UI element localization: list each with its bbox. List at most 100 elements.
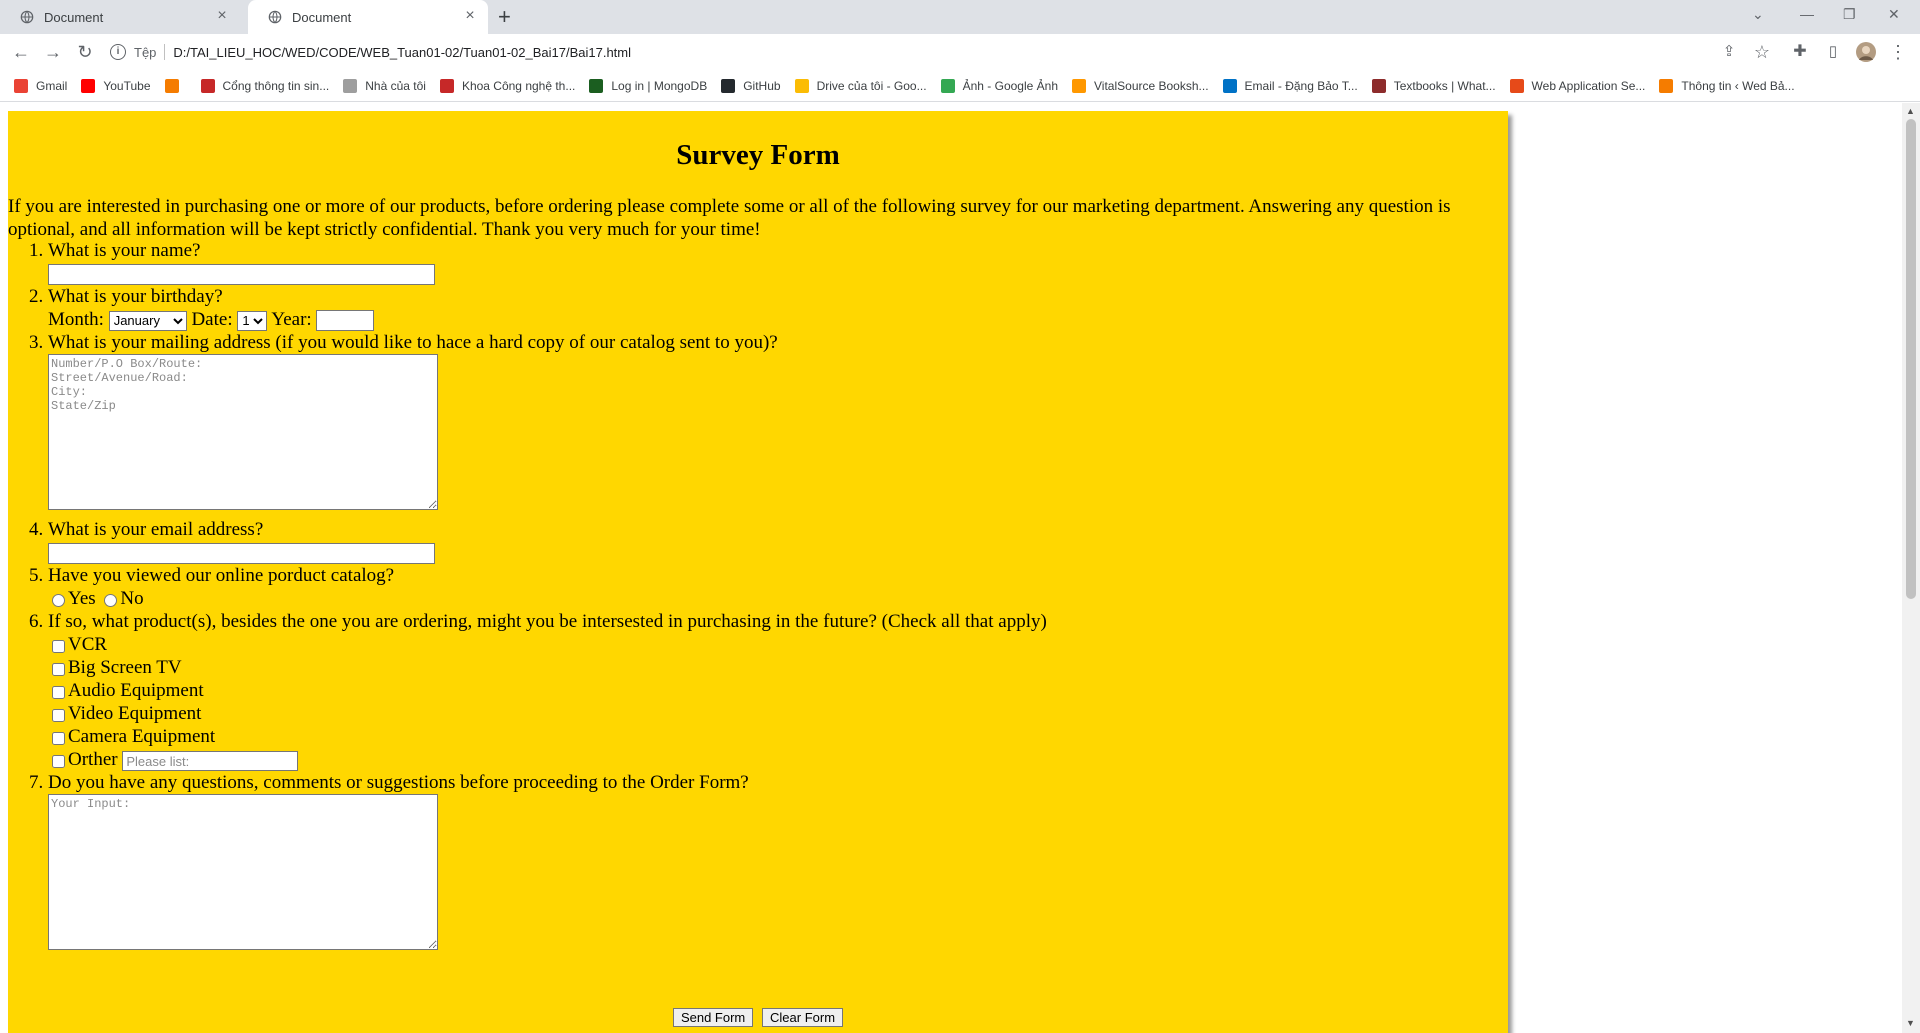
tab-title: Document [44, 9, 104, 25]
bookmark-item[interactable]: Log in | MongoDB [589, 78, 707, 93]
question-catalog: Have you viewed our online porduct catal… [48, 564, 1488, 610]
bookmark-item[interactable]: Cổng thông tin sin... [200, 78, 329, 93]
bookmark-item[interactable] [164, 78, 187, 93]
avatar[interactable] [1856, 42, 1876, 62]
question-label: What is your mailing address (if you wou… [48, 332, 778, 354]
other-products-input[interactable] [122, 751, 299, 772]
bookmark-item[interactable]: Textbooks | What... [1371, 78, 1496, 93]
product-label: Audio Equipment [68, 680, 204, 702]
menu-icon[interactable]: ⋮ [1888, 42, 1908, 62]
bookmark-label: Drive của tôi - Goo... [816, 78, 927, 93]
bookmark-item[interactable]: Ảnh - Google Ảnh [940, 78, 1059, 93]
divider [164, 44, 166, 60]
address-textarea[interactable] [48, 354, 438, 511]
bookmarks-bar: Gmail YouTube Cổng thông tin sin... Nhà của… [0, 70, 1920, 102]
product-checkbox[interactable] [52, 731, 65, 745]
product-label: Video Equipment [68, 703, 202, 725]
bookmark-item[interactable]: Web Application Se... [1509, 78, 1645, 93]
bookmark-item[interactable]: Drive của tôi - Goo... [794, 78, 927, 93]
product-checkbox[interactable] [52, 754, 65, 768]
close-tab-icon[interactable]: × [214, 8, 230, 25]
bookmark-label: Khoa Công nghệ th... [461, 78, 576, 93]
bookmark-label: Ảnh - Google Ảnh [962, 78, 1059, 93]
form-buttons: Send Form Clear Form [8, 1006, 1508, 1028]
bookmark-favicon-icon [794, 78, 809, 93]
bookmark-item[interactable]: Nhà của tôi [343, 78, 426, 93]
bookmark-label: Thông tin ‹ Wed Bả... [1681, 78, 1795, 93]
bookmark-label: VitalSource Booksh... [1094, 78, 1209, 93]
browser-toolbar: ← → ↻ i Tệp D:/TAI_LIEU_HOC/WED/CODE/WEB… [0, 34, 1920, 70]
product-option: Video Equipment [48, 702, 1488, 725]
no-label: No [120, 588, 144, 610]
new-tab-icon[interactable]: + [498, 5, 511, 29]
share-icon[interactable]: ⇪ [1719, 42, 1739, 62]
bookmark-item[interactable]: Email - Đặng Bảo T... [1222, 78, 1358, 93]
bookmark-label: Nhà của tôi [365, 78, 426, 93]
address-bar[interactable]: i Tệp D:/TAI_LIEU_HOC/WED/CODE/WEB_Tuan0… [110, 37, 1770, 67]
bookmark-item[interactable]: VitalSource Booksh... [1072, 78, 1209, 93]
bookmark-label: Email - Đặng Bảo T... [1244, 78, 1358, 93]
product-checkbox[interactable] [52, 662, 65, 676]
minimize-icon[interactable]: — [1800, 6, 1814, 22]
tab-document-1[interactable]: Document × [0, 0, 240, 34]
bookmark-item[interactable]: Gmail [14, 78, 67, 93]
bookmark-favicon-icon [1222, 78, 1237, 93]
survey-form: Survey Form If you are interested in pur… [8, 111, 1508, 1033]
extensions-icon[interactable]: ✚ [1790, 42, 1810, 62]
send-form-button[interactable]: Send Form [672, 1008, 754, 1027]
year-input[interactable] [316, 310, 375, 332]
info-icon[interactable]: i [110, 44, 126, 60]
no-radio[interactable] [104, 593, 118, 607]
forward-icon[interactable]: → [43, 42, 63, 62]
globe-icon [20, 10, 34, 24]
bookmark-favicon-icon [1659, 78, 1674, 93]
month-select[interactable]: January [108, 310, 187, 331]
bookmark-favicon-icon [200, 78, 215, 93]
bookmark-item[interactable]: Khoa Công nghệ th... [439, 78, 576, 93]
clear-form-button[interactable]: Clear Form [762, 1008, 844, 1027]
bookmark-favicon-icon [81, 78, 96, 93]
yes-radio[interactable] [52, 593, 65, 607]
bookmark-label: YouTube [103, 78, 151, 93]
question-label: Do you have any questions, comments or s… [48, 772, 749, 794]
bookmark-item[interactable]: YouTube [81, 78, 151, 93]
product-option: Orther [48, 748, 1488, 772]
date-select[interactable]: 1 [237, 310, 268, 331]
close-window-icon[interactable]: ✕ [1888, 6, 1900, 23]
product-checkbox[interactable] [52, 639, 65, 653]
product-checkbox[interactable] [52, 685, 65, 699]
vertical-scrollbar[interactable]: ▲ ▼ [1902, 103, 1920, 1033]
bookmark-label: Textbooks | What... [1393, 78, 1496, 93]
bookmark-item[interactable]: Thông tin ‹ Wed Bả... [1659, 78, 1795, 93]
scroll-up-icon[interactable]: ▲ [1906, 106, 1915, 116]
product-label: Camera Equipment [68, 726, 216, 748]
product-checkbox[interactable] [52, 708, 65, 722]
question-name: What is your name? [48, 239, 1488, 286]
date-label: Date: [191, 309, 233, 331]
product-label: VCR [68, 634, 108, 656]
name-input[interactable] [48, 264, 435, 286]
tab-search-icon[interactable]: ⌄ [1752, 6, 1764, 23]
email-input[interactable] [48, 543, 435, 565]
close-tab-icon[interactable]: × [462, 8, 478, 25]
scrollbar-thumb[interactable] [1906, 119, 1916, 599]
bookmark-star-icon[interactable]: ☆ [1752, 42, 1772, 62]
product-label: Orther [68, 749, 118, 771]
tab-strip: Document × Document × + ⌄ — ❐ ✕ [0, 0, 1920, 34]
question-products: If so, what product(s), besides the one … [48, 610, 1488, 772]
question-label: If so, what product(s), besides the one … [48, 611, 1047, 633]
question-list: What is your name? What is your birthday… [8, 239, 1488, 951]
scroll-down-icon[interactable]: ▼ [1906, 1018, 1915, 1028]
back-icon[interactable]: ← [11, 42, 31, 62]
bookmark-favicon-icon [439, 78, 454, 93]
reload-icon[interactable]: ↻ [75, 42, 95, 62]
bookmark-favicon-icon [1371, 78, 1386, 93]
tab-document-2[interactable]: Document × [248, 0, 488, 34]
bookmark-item[interactable]: GitHub [721, 78, 781, 93]
comments-textarea[interactable] [48, 794, 438, 951]
question-comments: Do you have any questions, comments or s… [48, 771, 1488, 951]
page-viewport: Survey Form If you are interested in pur… [0, 103, 1902, 1033]
restore-icon[interactable]: ❐ [1843, 6, 1856, 23]
side-panel-icon[interactable]: ▯ [1823, 42, 1843, 62]
bookmark-favicon-icon [164, 78, 179, 93]
